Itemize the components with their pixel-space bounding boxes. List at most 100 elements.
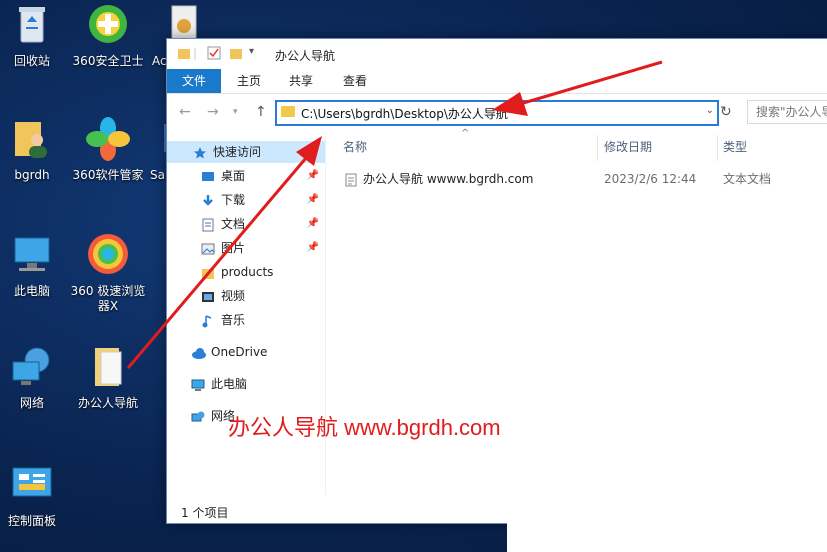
file-name: 办公人导航 wwww.bgrdh.com (363, 172, 534, 186)
sidebar-item-label: 图片 (221, 241, 246, 255)
computer-icon (191, 377, 205, 391)
separator: | (193, 46, 198, 60)
cloud-icon (191, 345, 206, 359)
sidebar-item-label: products (221, 265, 274, 279)
desktop-icon-label: bgrdh (14, 168, 50, 182)
desktop-icon-label: 360 极速浏览器X (70, 284, 146, 313)
sidebar-item-label: 文档 (221, 217, 246, 231)
desktop-icon-user-folder[interactable]: bgrdh (0, 116, 72, 183)
pin-icon[interactable]: 📌 (307, 165, 319, 187)
customize-toolbar-icon[interactable]: ▾ (249, 46, 254, 57)
address-path: C:\Users\bgrdh\Desktop\办公人导航 (301, 107, 508, 121)
360-software-icon (85, 116, 131, 162)
file-date: 2023/2/6 12:44 (604, 172, 697, 186)
pin-icon[interactable]: 📌 (307, 213, 319, 235)
desktop-icon-label: 回收站 (13, 54, 50, 68)
desktop-icon-recycle-bin[interactable]: 回收站 (0, 2, 72, 69)
sidebar-item-this-pc[interactable]: 此电脑 (167, 373, 325, 395)
sidebar-item-desktop[interactable]: 桌面 📌 (167, 165, 325, 187)
sort-up-icon: ^ (461, 128, 470, 139)
sidebar-item-label: 此电脑 (211, 377, 248, 391)
folder-icon (85, 344, 131, 390)
desktop-icon-this-pc[interactable]: 此电脑 (0, 232, 72, 299)
file-row[interactable]: 办公人导航 wwww.bgrdh.com 2023/2/6 12:44 文本文档 (345, 168, 825, 190)
sidebar-item-label: 音乐 (221, 313, 246, 327)
tab-view[interactable]: 查看 (337, 69, 373, 93)
folder-icon (177, 46, 191, 63)
computer-icon (9, 232, 55, 278)
watermark-text: 办公人导航 www.bgrdh.com (228, 415, 501, 440)
text-file-icon (345, 172, 357, 194)
desktop-icon-360-software[interactable]: 360软件管家 (68, 116, 148, 183)
desktop-icon-label: 控制面板 (7, 514, 56, 528)
explorer-window: | ▾ 办公人导航 文件 主页 共享 查看 ← → ▾ ↑ C:\Users\b… (166, 38, 827, 524)
tab-file[interactable]: 文件 (167, 69, 221, 93)
sidebar-item-quick-access[interactable]: 快速访问 (167, 141, 325, 163)
refresh-icon[interactable]: ↻ (720, 104, 732, 120)
360-safe-icon (85, 2, 131, 48)
address-bar[interactable]: C:\Users\bgrdh\Desktop\办公人导航 ⌄ (275, 100, 719, 126)
network-icon (9, 344, 55, 390)
tab-home[interactable]: 主页 (231, 69, 267, 93)
background-window-edge (507, 522, 827, 552)
up-icon[interactable]: ↑ (255, 104, 267, 120)
download-icon (201, 193, 215, 207)
chevron-down-icon[interactable]: ⌄ (706, 105, 714, 116)
pin-icon[interactable]: 📌 (307, 237, 319, 259)
folder-icon (201, 265, 215, 279)
sidebar-item-products[interactable]: products (167, 261, 325, 283)
ribbon-tabs: 文件 主页 共享 查看 (167, 69, 827, 94)
desktop-icon-label: 360软件管家 (72, 168, 144, 182)
recent-locations-icon[interactable]: ▾ (233, 107, 238, 117)
desktop-icon (201, 169, 215, 183)
search-input[interactable]: 搜索"办公人导 (747, 100, 827, 124)
back-icon[interactable]: ← (179, 104, 191, 120)
properties-icon[interactable] (207, 46, 221, 63)
column-header-type[interactable]: 类型 (723, 138, 747, 155)
tab-share[interactable]: 共享 (283, 69, 319, 93)
column-header-date[interactable]: 修改日期 (604, 138, 652, 155)
network-icon (191, 409, 205, 423)
desktop-icon-bgrdh-folder[interactable]: 办公人导航 (68, 344, 148, 411)
desktop-icon-360-browser[interactable]: 360 极速浏览器X (68, 232, 148, 314)
folder-icon (281, 106, 295, 117)
desktop-icon-label: 360安全卫士 (72, 54, 144, 68)
sidebar-item-label: 下载 (221, 193, 246, 207)
column-divider[interactable] (597, 135, 598, 161)
sidebar-item-label: 桌面 (221, 169, 246, 183)
document-icon (201, 217, 215, 232)
sidebar-item-documents[interactable]: 文档 📌 (167, 213, 325, 235)
sidebar-item-label: OneDrive (211, 345, 268, 359)
recycle-bin-icon (9, 2, 55, 48)
status-bar: 1 个项目 (181, 506, 229, 520)
desktop-icon-label: 此电脑 (13, 284, 50, 298)
column-divider[interactable] (717, 135, 718, 161)
desktop-icon-360-safe[interactable]: 360安全卫士 (68, 2, 148, 69)
sidebar-item-downloads[interactable]: 下载 📌 (167, 189, 325, 211)
column-header-name[interactable]: 名称 (343, 138, 367, 155)
new-folder-icon[interactable] (229, 46, 243, 63)
star-icon (193, 145, 207, 159)
desktop-icon-control-panel[interactable]: 控制面板 (0, 462, 72, 529)
sidebar-item-videos[interactable]: 视频 (167, 285, 325, 307)
video-icon (201, 289, 215, 303)
desktop-icon-network[interactable]: 网络 (0, 344, 72, 411)
file-type: 文本文档 (723, 172, 772, 186)
360-browser-icon (85, 232, 131, 278)
control-panel-icon (9, 462, 55, 508)
sidebar-item-music[interactable]: 音乐 (167, 309, 325, 331)
desktop-icon-label: 网络 (19, 396, 44, 410)
forward-icon[interactable]: → (207, 104, 219, 120)
navigation-bar: ← → ▾ ↑ C:\Users\bgrdh\Desktop\办公人导航 ⌄ ↻… (167, 94, 827, 132)
sidebar-item-label: 快速访问 (213, 145, 262, 159)
title-bar: | ▾ 办公人导航 (167, 39, 827, 69)
picture-icon (201, 241, 215, 255)
user-folder-icon (9, 116, 55, 162)
sidebar-item-pictures[interactable]: 图片 📌 (167, 237, 325, 259)
desktop-icon-label: 办公人导航 (77, 396, 138, 410)
music-icon (201, 313, 215, 328)
sidebar-item-onedrive[interactable]: OneDrive (167, 341, 325, 363)
pin-icon[interactable]: 📌 (307, 189, 319, 211)
window-title: 办公人导航 (275, 49, 336, 63)
sidebar-item-label: 视频 (221, 289, 246, 303)
